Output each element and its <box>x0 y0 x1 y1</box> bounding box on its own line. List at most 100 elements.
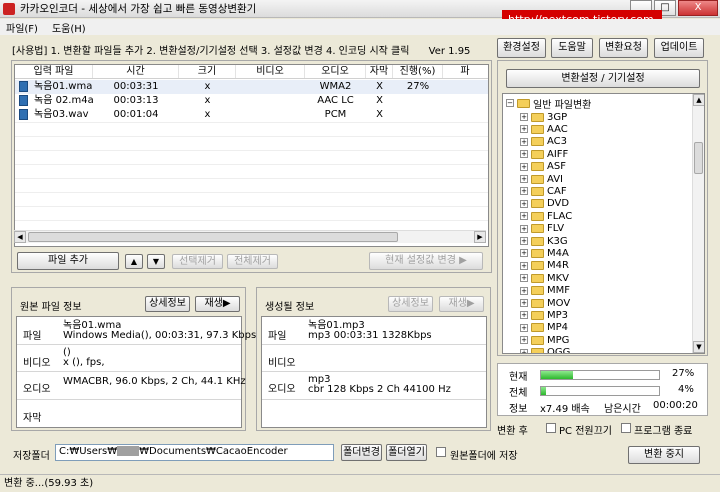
output-play-button[interactable]: 재생▶ <box>439 296 484 312</box>
file-list-hscrollbar[interactable]: ◀ ▶ <box>14 230 486 243</box>
tree-item[interactable]: +3GP <box>520 111 567 123</box>
folder-icon <box>531 112 544 122</box>
scroll-right-icon[interactable]: ▶ <box>474 231 486 243</box>
expand-icon[interactable]: + <box>520 137 528 146</box>
app-window: 카카오인코더 - 세상에서 가장 쉽고 빠른 동영상변환기 _ □ X http… <box>0 0 720 492</box>
tree-item[interactable]: + AVI <box>520 173 563 185</box>
remove-all-button[interactable]: 전체제거 <box>227 254 278 269</box>
tree-item[interactable]: + FLV <box>520 223 564 235</box>
add-file-button[interactable]: 파일 추가 <box>17 252 119 270</box>
request-button[interactable]: 변환요청 <box>599 38 648 58</box>
expand-icon[interactable]: + <box>520 348 528 353</box>
tree-item[interactable]: + MP4 <box>520 322 568 334</box>
tree-item-label: CAF <box>547 185 567 197</box>
tree-item[interactable]: + OGG <box>520 347 570 353</box>
tree-item-label: K3G <box>547 235 568 247</box>
expand-icon[interactable]: + <box>520 199 528 208</box>
settings-header-button[interactable]: 변환설정 / 기기설정 <box>506 69 700 88</box>
expand-icon[interactable]: + <box>520 311 528 320</box>
col-progress[interactable]: 진행(%) <box>393 65 443 78</box>
col-input-file[interactable]: 입력 파일 <box>15 65 93 78</box>
col-audio[interactable]: 오디오 <box>305 65 366 78</box>
update-button[interactable]: 업데이트 <box>654 38 704 58</box>
power-off-checkbox[interactable] <box>546 423 556 433</box>
tree-item[interactable]: + MOV <box>520 297 570 309</box>
expand-icon[interactable]: + <box>520 336 528 345</box>
tree-item[interactable]: + AAC <box>520 123 568 135</box>
expand-icon[interactable]: + <box>520 274 528 283</box>
save-folder-input[interactable]: C:₩Users₩ ₩Documents₩CacaoEncoder <box>55 444 334 461</box>
expand-icon[interactable]: + <box>520 224 528 233</box>
scroll-up-icon[interactable]: ▲ <box>693 94 704 106</box>
expand-icon[interactable]: + <box>520 162 528 171</box>
expand-icon[interactable]: + <box>520 286 528 295</box>
tree-item[interactable]: + MP3 <box>520 309 568 321</box>
expand-icon[interactable]: + <box>520 187 528 196</box>
help-button[interactable]: 도움말 <box>551 38 593 58</box>
expand-icon[interactable]: + <box>520 249 528 258</box>
expand-icon[interactable]: + <box>520 113 528 121</box>
save-to-source-checkbox[interactable] <box>436 447 446 457</box>
col-size[interactable]: 크기 <box>179 65 236 78</box>
apply-settings-button[interactable]: 현재 설정값 변경 ▶ <box>369 252 483 270</box>
expand-icon[interactable]: + <box>520 323 528 332</box>
folder-icon <box>531 335 544 345</box>
tree-item[interactable]: + MMF <box>520 285 570 297</box>
tree-item[interactable]: + M4A <box>520 247 569 259</box>
tree-item[interactable]: + DVD <box>520 198 569 210</box>
move-up-button[interactable]: ▲ <box>125 254 143 269</box>
folder-icon <box>531 323 544 333</box>
move-down-button[interactable]: ▼ <box>147 254 165 269</box>
table-row[interactable]: 녹음 02.m4a 00:03:13 x AAC LC X <box>15 94 488 108</box>
col-time[interactable]: 시간 <box>93 65 179 78</box>
tree-item[interactable]: + CAF <box>520 185 567 197</box>
exit-checkbox[interactable] <box>621 423 631 433</box>
source-info-group: 원본 파일 정보 상세정보 재생▶ 파일 녹음01.wma Windows Me… <box>11 287 256 431</box>
open-folder-button[interactable]: 폴더열기 <box>386 444 427 461</box>
tree-item[interactable]: + ASF <box>520 161 566 173</box>
expand-icon[interactable]: + <box>520 237 528 245</box>
tree-item[interactable]: + AC3 <box>520 136 567 148</box>
menu-help[interactable]: 도움(H) <box>52 20 86 35</box>
tree-item[interactable]: + K3G <box>520 235 568 247</box>
folder-icon <box>531 124 544 134</box>
expand-icon[interactable]: + <box>520 261 528 270</box>
settings-tree[interactable]: − 일반 파일변환 +3GP + AAC + AC3 + AIFF + ASF + AVI + CAF +… <box>502 93 705 354</box>
change-folder-button[interactable]: 폴더변경 <box>341 444 382 461</box>
expand-icon[interactable]: + <box>520 175 528 183</box>
env-settings-button[interactable]: 환경설정 <box>497 38 546 58</box>
tree-scroll-thumb[interactable] <box>694 142 703 174</box>
collapse-icon[interactable]: − <box>506 99 514 107</box>
table-row[interactable]: 녹음01.wma 00:03:31 x WMA2 X 27% <box>15 80 488 94</box>
tree-item[interactable]: + M4R <box>520 260 569 272</box>
row-subtitle: X <box>376 81 383 92</box>
col-video[interactable]: 비디오 <box>236 65 305 78</box>
row-video <box>236 80 305 94</box>
close-button[interactable]: X <box>678 0 718 16</box>
expand-icon[interactable]: + <box>520 299 528 307</box>
col-subtitle[interactable]: 자막 <box>366 65 393 78</box>
scroll-left-icon[interactable]: ◀ <box>14 231 26 243</box>
col-path[interactable]: 파 <box>443 65 487 78</box>
tree-root[interactable]: − 일반 파일변환 <box>506 97 591 111</box>
tree-item[interactable]: + MKV <box>520 272 569 284</box>
remove-selected-button[interactable]: 선택제거 <box>172 254 223 269</box>
source-detail-button[interactable]: 상세정보 <box>145 296 190 312</box>
scroll-thumb[interactable] <box>28 232 398 242</box>
tree-vscrollbar[interactable]: ▲ ▼ <box>692 94 704 353</box>
source-play-button[interactable]: 재생▶ <box>195 296 240 312</box>
tree-item[interactable]: + AIFF <box>520 148 568 160</box>
current-percent: 27% <box>672 368 695 379</box>
tree-item[interactable]: + MPG <box>520 334 569 346</box>
table-row[interactable]: 녹음03.wav 00:01:04 x PCM X <box>15 108 488 122</box>
tree-item[interactable]: + FLAC <box>520 210 572 222</box>
expand-icon[interactable]: + <box>520 150 528 159</box>
expand-icon[interactable]: + <box>520 212 528 221</box>
expand-icon[interactable]: + <box>520 125 528 134</box>
audio-file-icon <box>19 81 28 92</box>
menu-file[interactable]: 파일(F) <box>6 20 38 35</box>
file-list[interactable]: 입력 파일 시간 크기 비디오 오디오 자막 진행(%) 파 녹음01.wma … <box>14 64 489 247</box>
stop-conversion-button[interactable]: 변환 중지 <box>628 446 700 464</box>
output-detail-button[interactable]: 상세정보 <box>388 296 433 312</box>
scroll-down-icon[interactable]: ▼ <box>693 341 704 353</box>
